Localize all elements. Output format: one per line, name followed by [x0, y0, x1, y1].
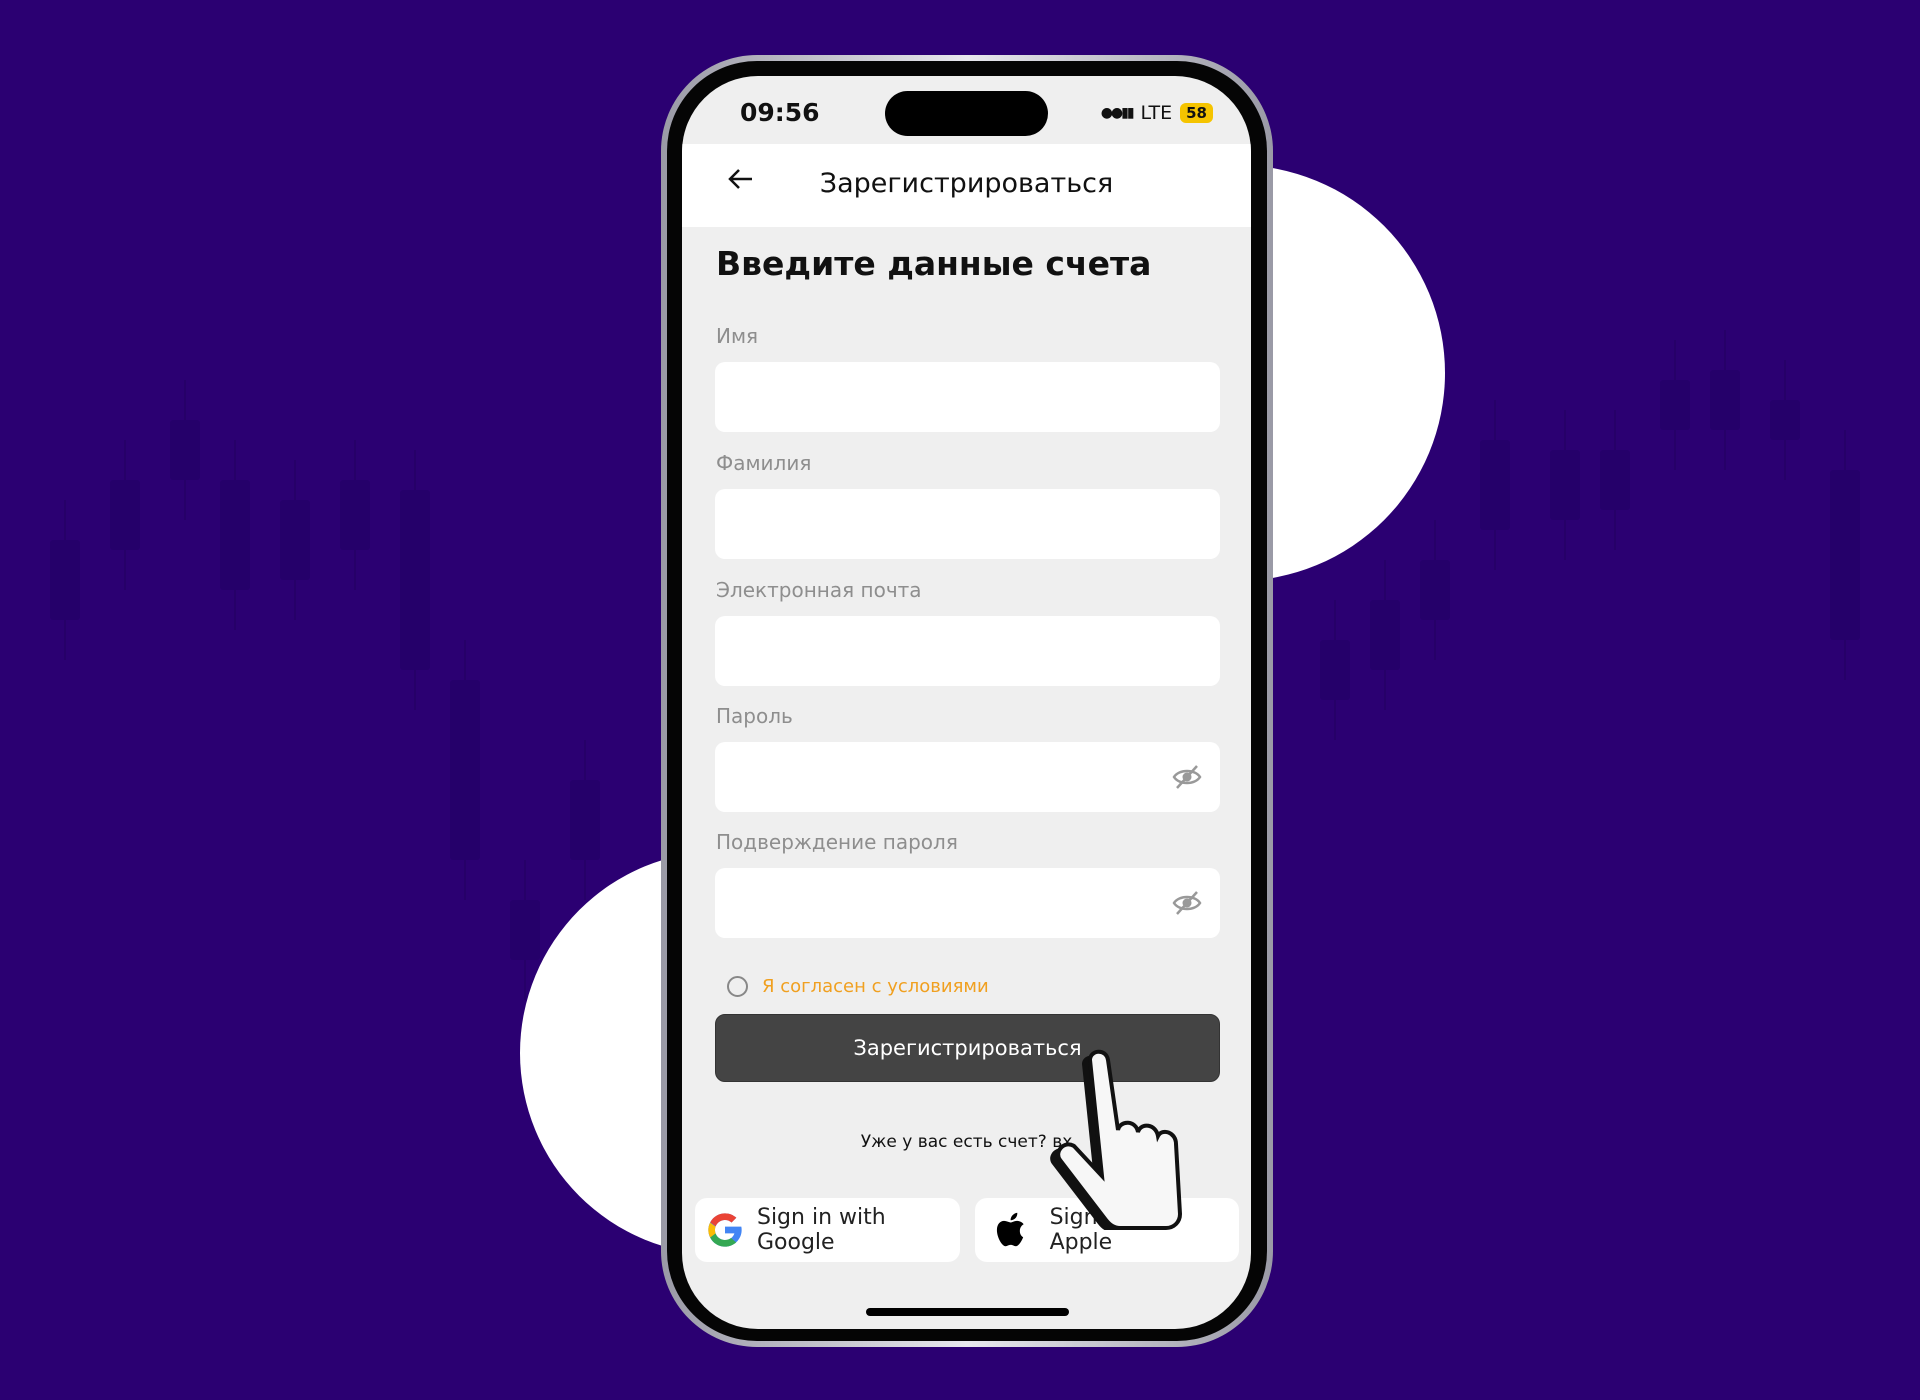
candle-body [1770, 400, 1800, 440]
form-heading: Введите данные счета [716, 244, 1152, 283]
candle-body [1710, 370, 1740, 430]
first-name-input[interactable] [715, 362, 1220, 432]
home-indicator [866, 1308, 1069, 1316]
candle-body [110, 480, 140, 550]
status-time: 09:56 [740, 98, 820, 127]
hand-cursor-icon [1050, 1049, 1183, 1230]
dynamic-island [885, 91, 1048, 136]
eye-off-icon[interactable] [1172, 890, 1202, 916]
email-label: Электронная почта [716, 578, 922, 602]
candle-body [1320, 640, 1350, 700]
confirm-password-label: Подверждение пароля [716, 830, 958, 854]
radio-button[interactable] [727, 976, 748, 997]
candle-body [1660, 380, 1690, 430]
google-icon [708, 1213, 742, 1247]
terms-checkbox[interactable]: Я согласен с условиями [727, 976, 989, 997]
candle-body [510, 900, 540, 960]
candle-body [570, 780, 600, 860]
last-name-input[interactable] [715, 489, 1220, 559]
apple-icon [996, 1212, 1024, 1247]
password-input[interactable] [715, 742, 1220, 812]
first-name-label: Имя [716, 324, 759, 348]
candle-body [170, 420, 200, 480]
password-label: Пароль [716, 704, 793, 728]
last-name-label: Фамилия [716, 451, 812, 475]
candle-body [280, 500, 310, 580]
candle-body [1370, 600, 1400, 670]
candle-body [50, 540, 80, 620]
page-title: Зарегистрироваться [819, 168, 1114, 199]
confirm-password-input[interactable] [715, 868, 1220, 938]
candle-body [1830, 470, 1860, 640]
candle-body [220, 480, 250, 590]
candle-body [340, 480, 370, 550]
candle-body [1480, 440, 1510, 530]
google-sign-in-label: Sign in with Google [756, 1205, 886, 1255]
terms-link[interactable]: Я согласен с условиями [762, 976, 989, 997]
eye-off-icon[interactable] [1172, 764, 1202, 790]
candle-body [1420, 560, 1450, 620]
signal-icon: ●●▮▮ [1100, 105, 1135, 121]
network-label: LTE [1140, 102, 1173, 124]
candle-body [1600, 450, 1630, 510]
candle-body [400, 490, 430, 670]
email-input[interactable] [715, 616, 1220, 686]
battery-badge: 58 [1180, 103, 1213, 123]
candle-body [1550, 450, 1580, 520]
status-indicators: ●●▮▮ LTE 58 [1101, 102, 1213, 124]
google-sign-in-button[interactable]: Sign in with Google [695, 1198, 960, 1262]
app-header: Зарегистрироваться [682, 144, 1251, 227]
candle-body [450, 680, 480, 860]
